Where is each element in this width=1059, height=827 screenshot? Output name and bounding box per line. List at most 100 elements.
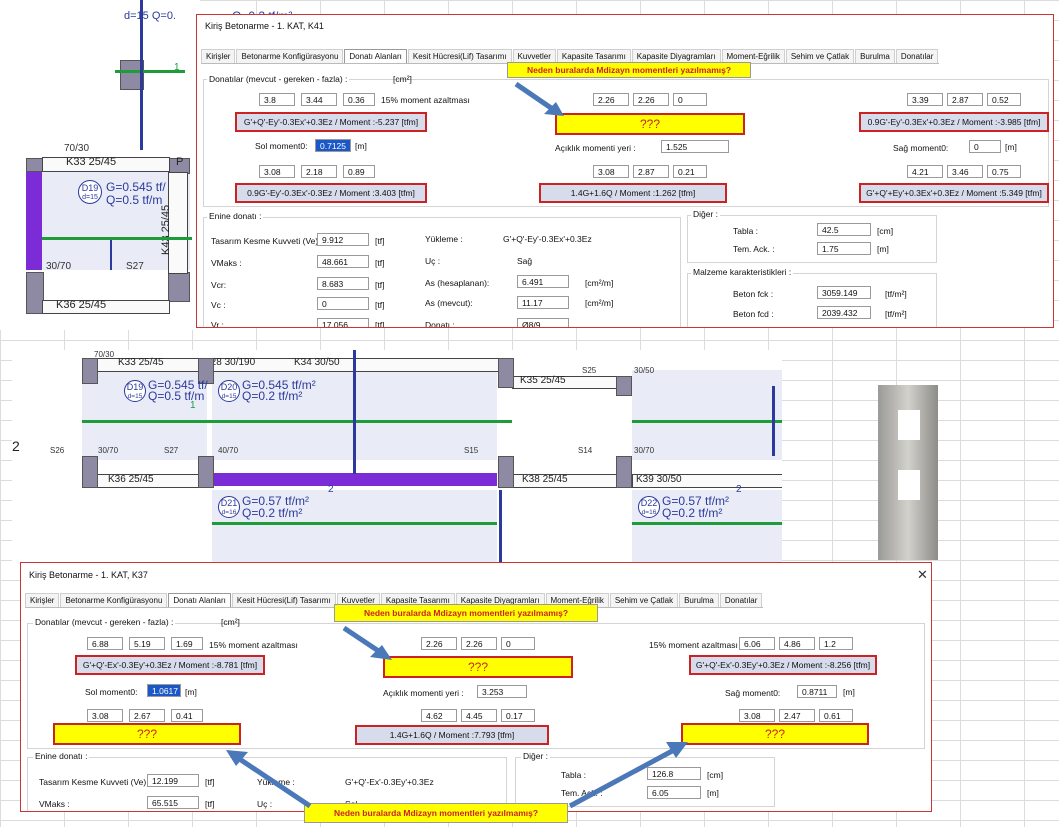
right-top-mevcut[interactable]: 3.39 <box>907 93 943 106</box>
left-bottom-mevcut[interactable]: 3.08 <box>87 709 123 722</box>
reduction-label: 15% moment azaltması <box>209 640 298 650</box>
tab-burulma[interactable]: Burulma <box>855 49 895 63</box>
tab-donati-alanlari[interactable]: Donatı Alanları <box>344 49 407 63</box>
tab-donatilar[interactable]: Donatılar <box>719 593 763 607</box>
left-bottom-gereken[interactable]: 2.18 <box>301 165 337 178</box>
mid-bottom-fazla[interactable]: 0.21 <box>673 165 707 178</box>
vcr-label: Vcr: <box>211 280 227 290</box>
malzeme-group-label: Malzeme karakteristikleri : <box>691 267 794 277</box>
right-top-gereken[interactable]: 4.86 <box>779 637 815 650</box>
mid-bottom-mevcut[interactable]: 3.08 <box>593 165 629 178</box>
mid-top-mevcut[interactable]: 2.26 <box>593 93 629 106</box>
left-bottom-mevcut[interactable]: 3.08 <box>259 165 295 178</box>
right-top-fazla[interactable]: 0.52 <box>987 93 1021 106</box>
section-label: 30/50 <box>634 366 655 375</box>
mid-bottom-gereken[interactable]: 4.45 <box>461 709 497 722</box>
aciklik-input[interactable]: 3.253 <box>477 685 527 698</box>
beam-label: K43 25/45 <box>160 204 172 255</box>
tab-kuvvetler[interactable]: Kuvvetler <box>512 49 556 63</box>
mid-bottom-mevcut[interactable]: 4.62 <box>421 709 457 722</box>
right-bottom-fazla[interactable]: 0.61 <box>819 709 853 722</box>
mid-bottom-fazla[interactable]: 0.17 <box>501 709 535 722</box>
tab-kesit-hucresi[interactable]: Kesit Hücresi(Lif) Tasarımı <box>407 49 512 63</box>
reduction-label: 15% moment azaltması <box>381 95 470 105</box>
ve-input[interactable]: 12.199 <box>147 774 199 787</box>
annotation-note-top: Neden buralarda Mdizayn momentleri yazıl… <box>507 62 751 78</box>
mid-top-fazla[interactable]: 0 <box>501 637 535 650</box>
selected-beam-k37 <box>212 473 497 486</box>
left-bottom-fazla[interactable]: 0.89 <box>343 165 375 178</box>
sol-moment-label: Sol moment0: <box>255 141 308 151</box>
vr-input[interactable]: 17.056 <box>317 318 369 327</box>
beam-label: K33 25/45 <box>118 357 164 368</box>
right-top-gereken[interactable]: 2.87 <box>947 93 983 106</box>
annotation-arrow-icon <box>514 81 564 116</box>
vmaks-input[interactable]: 65.515 <box>147 796 199 809</box>
rebar-group-label: Donatılar (mevcut - gereken - fazla) : <box>33 617 176 627</box>
left-bottom-gereken[interactable]: 2.67 <box>129 709 165 722</box>
left-top-gereken[interactable]: 3.44 <box>301 93 337 106</box>
right-bottom-fazla[interactable]: 0.75 <box>987 165 1021 178</box>
right-bottom-mevcut[interactable]: 3.08 <box>739 709 775 722</box>
fck-input[interactable]: 3059.149 <box>817 286 871 299</box>
right-top-fazla[interactable]: 1.2 <box>819 637 853 650</box>
right-bottom-mevcut[interactable]: 4.21 <box>907 165 943 178</box>
ve-input[interactable]: 9.912 <box>317 233 369 246</box>
green-rebar-line <box>632 420 782 423</box>
left-bottom-fazla[interactable]: 0.41 <box>171 709 203 722</box>
3d-preview-window <box>898 410 920 440</box>
tab-betonarme-konfigurasyonu[interactable]: Betonarme Konfigürasyonu <box>60 593 168 607</box>
tab-sehim-ve-catlak[interactable]: Sehim ve Çatlak <box>785 49 855 63</box>
fcd-input[interactable]: 2039.432 <box>817 306 871 319</box>
tab-kirisler[interactable]: Kirişler <box>201 49 236 63</box>
tab-kapasite-tasarimi[interactable]: Kapasite Tasarımı <box>556 49 631 63</box>
tab-kirisler[interactable]: Kirişler <box>25 593 60 607</box>
tab-donati-alanlari[interactable]: Donatı Alanları <box>168 593 231 607</box>
aciklik-input[interactable]: 1.525 <box>661 140 729 153</box>
mid-top-gereken[interactable]: 2.26 <box>633 93 669 106</box>
uc-label: Uç : <box>425 256 441 266</box>
right-top-mevcut[interactable]: 6.06 <box>739 637 775 650</box>
left-top-mevcut[interactable]: 3.8 <box>259 93 295 106</box>
sag-moment-input[interactable]: 0.8711 <box>797 685 837 698</box>
left-top-fazla[interactable]: 1.69 <box>171 637 203 650</box>
left-top-fazla[interactable]: 0.36 <box>343 93 375 106</box>
reduction-label: 15% moment azaltması <box>649 640 738 650</box>
tab-donatilar[interactable]: Donatılar <box>895 49 939 63</box>
sag-moment-input[interactable]: 0 <box>969 140 1001 153</box>
mid-top-mevcut[interactable]: 2.26 <box>421 637 457 650</box>
right-bottom-gereken[interactable]: 3.46 <box>947 165 983 178</box>
right-bottom-gereken[interactable]: 2.47 <box>779 709 815 722</box>
as-hesap-input[interactable]: 6.491 <box>517 275 569 288</box>
mid-top-gereken[interactable]: 2.26 <box>461 637 497 650</box>
green-mark: 1 <box>174 62 180 73</box>
tab-moment-egrilik[interactable]: Moment-Eğrilik <box>721 49 785 63</box>
vmaks-input[interactable]: 48.661 <box>317 255 369 268</box>
tab-burulma[interactable]: Burulma <box>679 593 719 607</box>
slab-load-g: G=0.545 tf/ <box>106 180 166 194</box>
sol-moment-input[interactable]: 1.0617 <box>147 684 181 697</box>
sol-moment-input[interactable]: 0.7125 <box>315 139 351 152</box>
vcr-input[interactable]: 8.683 <box>317 277 369 290</box>
as-mevcut-input[interactable]: 11.17 <box>517 296 569 309</box>
tab-kesit-hucresi[interactable]: Kesit Hücresi(Lif) Tasarımı <box>231 593 336 607</box>
annotation-arrow-icon <box>568 742 688 809</box>
left-top-mevcut[interactable]: 6.88 <box>87 637 123 650</box>
annotation-arrow-icon <box>226 750 312 809</box>
mid-top-fazla[interactable]: 0 <box>673 93 707 106</box>
tab-kapasite-diyagramlari[interactable]: Kapasite Diyagramları <box>631 49 721 63</box>
shear-group-label: Enine donatı : <box>33 751 90 761</box>
donati-input[interactable]: Ø8/9 <box>517 318 569 327</box>
dialog-title: Kiriş Betonarme - 1. KAT, K41 <box>205 21 324 31</box>
yukleme-label: Yükleme : <box>425 234 463 244</box>
tabla-input[interactable]: 42.5 <box>817 223 871 236</box>
section-label: S27 <box>164 446 179 455</box>
tab-sehim-ve-catlak[interactable]: Sehim ve Çatlak <box>609 593 679 607</box>
tab-betonarme-konfigurasyonu[interactable]: Betonarme Konfigürasyonu <box>236 49 344 63</box>
span-label: S27 <box>126 261 144 272</box>
close-icon[interactable]: ✕ <box>917 567 928 583</box>
left-top-gereken[interactable]: 5.19 <box>129 637 165 650</box>
vc-input[interactable]: 0 <box>317 297 369 310</box>
tem-input[interactable]: 1.75 <box>817 242 871 255</box>
mid-bottom-gereken[interactable]: 2.87 <box>633 165 669 178</box>
